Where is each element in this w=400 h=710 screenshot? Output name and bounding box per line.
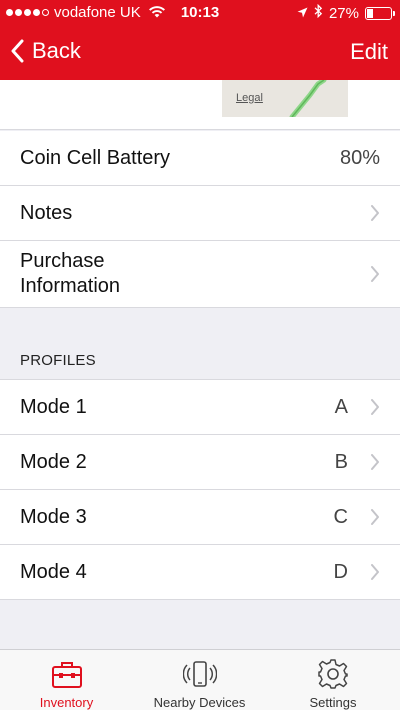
back-button[interactable]: Back [10,38,81,64]
status-right: 27% [297,3,395,22]
profile-mode-4-row[interactable]: Mode 4 D [0,545,400,600]
tab-nearby-devices[interactable]: Nearby Devices [133,650,266,710]
bluetooth-icon [314,3,323,22]
tab-inventory[interactable]: Inventory [0,650,133,710]
navigation-bar: Back Edit [0,26,400,80]
battery-icon [365,6,395,20]
tab-label: Nearby Devices [153,695,246,710]
purchase-information-row[interactable]: Purchase Information [0,241,400,308]
tab-settings[interactable]: Settings [266,650,400,710]
profiles-section-header: PROFILES [20,352,96,369]
details-group: Coin Cell Battery 80% Notes Purchase Inf… [0,131,400,308]
profile-mode-3-row[interactable]: Mode 3 C [0,490,400,545]
profile-mode-label: Mode 2 [20,450,87,473]
phone-signal-icon [182,661,217,687]
chevron-right-icon [371,205,379,221]
tab-bar: Inventory Nearby Devices Settings [0,649,400,710]
chevron-right-icon [371,266,379,282]
profile-mode-2-row[interactable]: Mode 2 B [0,435,400,490]
profile-mode-value: B [334,450,348,473]
gear-icon [318,659,348,689]
coin-cell-battery-label: Coin Cell Battery [20,146,171,169]
purchase-information-label: Purchase Information [20,250,121,297]
profile-mode-label: Mode 4 [20,560,87,583]
battery-percent: 27% [328,4,359,22]
coin-cell-battery-value: 80% [339,146,380,169]
app-header: vodafone UK 10:13 27% Back Edit [0,0,400,80]
edit-button[interactable]: Edit [350,39,388,65]
map-thumbnail[interactable]: Legal [222,80,348,117]
tab-label: Settings [309,695,357,710]
profile-mode-1-row[interactable]: Mode 1 A [0,380,400,435]
notes-label: Notes [20,201,73,224]
profile-mode-label: Mode 1 [20,395,87,418]
map-legal-link[interactable]: Legal [236,92,263,104]
profile-mode-value: C [333,505,348,528]
chevron-right-icon [371,564,379,580]
chevron-left-icon [11,39,24,63]
toolbox-icon [51,662,82,688]
notes-row[interactable]: Notes [0,186,400,241]
status-bar: vodafone UK 10:13 27% [0,0,400,26]
tab-label: Inventory [39,695,94,710]
location-arrow-icon [297,5,308,22]
map-section: Legal [0,80,400,130]
coin-cell-battery-row: Coin Cell Battery 80% [0,131,400,186]
profile-mode-label: Mode 3 [20,505,87,528]
chevron-right-icon [371,454,379,470]
profiles-group: Mode 1 A Mode 2 B Mode 3 C Mode 4 D [0,379,400,600]
profile-mode-value: D [333,560,348,583]
profile-mode-value: A [334,395,348,418]
chevron-right-icon [371,509,379,525]
chevron-right-icon [371,399,379,415]
back-button-label: Back [32,38,81,63]
